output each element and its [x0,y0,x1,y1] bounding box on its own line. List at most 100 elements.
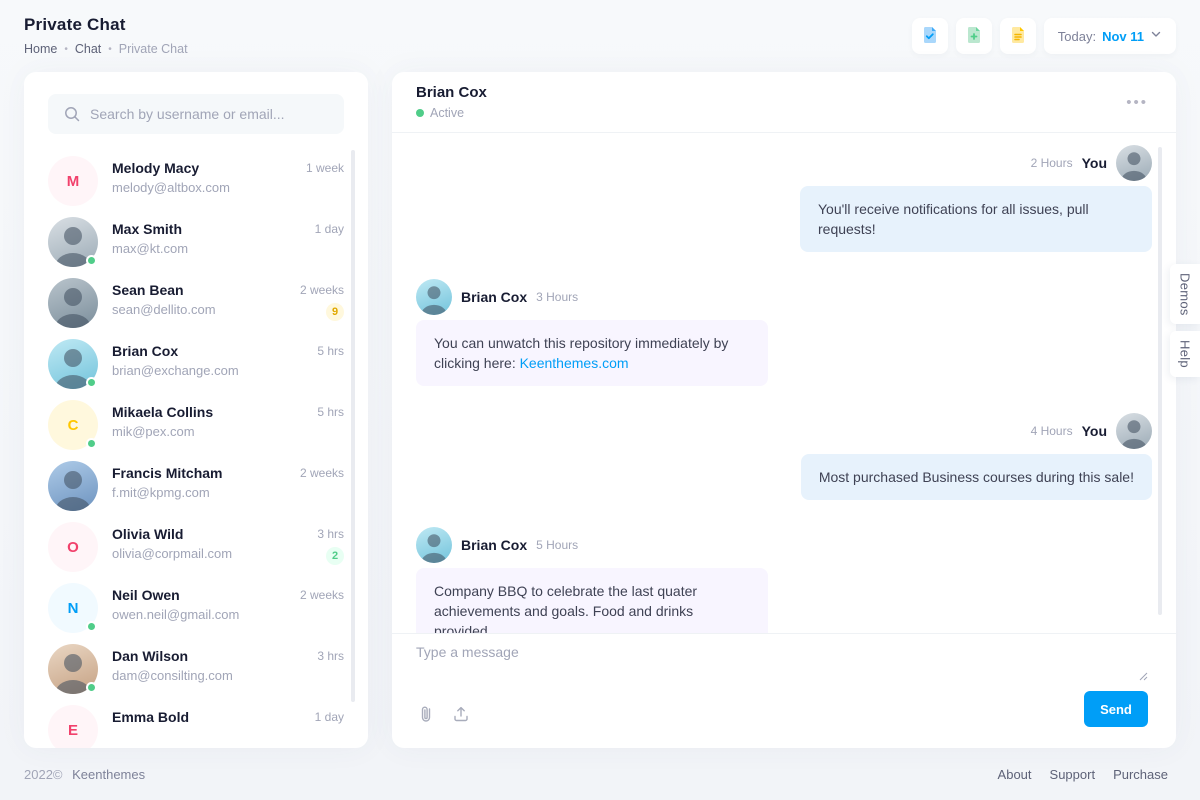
contact-name: Olivia Wild [112,526,317,542]
chevron-down-icon [1150,27,1162,45]
file-check-button[interactable] [912,18,948,54]
contact-name: Mikaela Collins [112,404,317,420]
sender-avatar [416,527,452,563]
last-message-time: 1 week [306,161,344,175]
chat-peer-name[interactable]: Brian Cox [416,84,487,101]
resize-grip-icon[interactable] [1139,668,1148,686]
avatar: N [48,583,98,633]
last-message-time: 5 hrs [317,344,344,358]
last-message-time: 1 day [315,222,344,236]
message-time: 3 Hours [536,290,578,304]
online-indicator [86,377,97,388]
message-input[interactable] [416,644,1136,690]
avatar [48,217,98,267]
footer-link-about[interactable]: About [998,767,1032,782]
last-message-time: 1 day [315,710,344,724]
upload-icon [452,711,470,726]
message-bubble: Company BBQ to celebrate the last quater… [416,568,768,633]
ellipsis-icon: ••• [1126,94,1148,111]
contact-list-item[interactable]: Francis Mitcham f.mit@kpmg.com 2 weeks [48,461,344,511]
contact-email: dam@consilting.com [112,668,317,683]
file-plus-button[interactable] [956,18,992,54]
photo-avatar [48,278,98,328]
contact-name: Emma Bold [112,709,315,725]
header-toolbar: Today: Nov 11 [912,18,1176,54]
help-tab[interactable]: Help [1170,331,1200,377]
contact-list-item[interactable]: Dan Wilson dam@consilting.com 3 hrs [48,644,344,694]
unread-badge: 2 [326,547,344,565]
contact-list-item[interactable]: E Emma Bold 1 day [48,705,344,748]
brand-link[interactable]: Keenthemes [72,767,145,782]
contact-email: f.mit@kpmg.com [112,485,300,500]
avatar: O [48,522,98,572]
contact-list-item[interactable]: N Neil Owen owen.neil@gmail.com 2 weeks [48,583,344,633]
avatar [48,644,98,694]
last-message-time: 3 hrs [317,527,344,541]
footer-link-support[interactable]: Support [1050,767,1096,782]
photo-avatar [48,461,98,511]
contact-email: brian@exchange.com [112,363,317,378]
contact-name: Brian Cox [112,343,317,359]
contact-name: Francis Mitcham [112,465,300,481]
last-message-time: 5 hrs [317,405,344,419]
breadcrumb-chat[interactable]: Chat [75,42,101,56]
date-label: Today: [1058,29,1096,44]
contacts-scrollbar[interactable] [351,150,355,702]
online-indicator [86,438,97,449]
contact-email: mik@pex.com [112,424,317,439]
chat-panel: Brian Cox Active ••• 2 HoursYou You'll r… [392,72,1176,748]
contact-list-item[interactable]: M Melody Macy melody@altbox.com 1 week [48,156,344,206]
sender-avatar [1116,145,1152,181]
page-footer: 2022© Keenthemes About Support Purchase [0,748,1200,800]
message-list: 2 HoursYou You'll receive notifications … [392,133,1176,633]
demos-tab[interactable]: Demos [1170,264,1200,324]
contact-list-item[interactable]: Max Smith max@kt.com 1 day [48,217,344,267]
contact-name: Max Smith [112,221,315,237]
contact-list-item[interactable]: Sean Bean sean@dellito.com 2 weeks 9 [48,278,344,328]
contact-name: Neil Owen [112,587,300,603]
message-bubble: You'll receive notifications for all iss… [800,186,1152,252]
breadcrumb-separator: • [108,44,112,55]
paperclip-icon [418,711,434,726]
avatar: C [48,400,98,450]
chat-header: Brian Cox Active ••• [392,72,1176,133]
online-indicator [86,255,97,266]
message-time: 4 Hours [1031,424,1073,438]
message-text: You'll receive notifications for all iss… [818,201,1089,237]
initial-avatar: O [48,522,98,572]
attach-file-button[interactable] [416,703,436,728]
send-button[interactable]: Send [1084,691,1148,727]
message-bubble: You can unwatch this repository immediat… [416,320,768,386]
contact-list: M Melody Macy melody@altbox.com 1 week M… [48,156,344,748]
file-plus-icon [964,25,984,48]
file-lines-icon [1008,25,1028,48]
avatar [48,461,98,511]
contact-email: owen.neil@gmail.com [112,607,300,622]
message-link[interactable]: Keenthemes.com [520,355,629,371]
contact-list-item[interactable]: O Olivia Wild olivia@corpmail.com 3 hrs … [48,522,344,572]
breadcrumb-home[interactable]: Home [24,42,57,56]
composer-actions [416,703,1152,728]
breadcrumb-separator: • [64,44,68,55]
last-message-time: 2 weeks [300,466,344,480]
avatar: E [48,705,98,748]
breadcrumb-current: Private Chat [119,42,188,56]
message-in: Brian Cox3 Hours You can unwatch this re… [416,279,1152,386]
contact-list-item[interactable]: Brian Cox brian@exchange.com 5 hrs [48,339,344,389]
contact-email: sean@dellito.com [112,302,300,317]
online-status-label: Active [430,106,464,120]
copyright-text: 2022© [24,767,63,782]
last-message-time: 3 hrs [317,649,344,663]
messages-scrollbar[interactable] [1158,147,1162,615]
avatar [48,339,98,389]
search-input[interactable] [48,94,344,134]
chat-options-button[interactable]: ••• [1122,91,1152,114]
contact-name: Dan Wilson [112,648,317,664]
contact-list-item[interactable]: C Mikaela Collins mik@pex.com 5 hrs [48,400,344,450]
message-meta: 4 HoursYou [416,413,1152,449]
footer-link-purchase[interactable]: Purchase [1113,767,1168,782]
file-lines-button[interactable] [1000,18,1036,54]
date-picker[interactable]: Today: Nov 11 [1044,18,1176,54]
contact-email: olivia@corpmail.com [112,546,317,561]
upload-file-button[interactable] [450,703,472,728]
